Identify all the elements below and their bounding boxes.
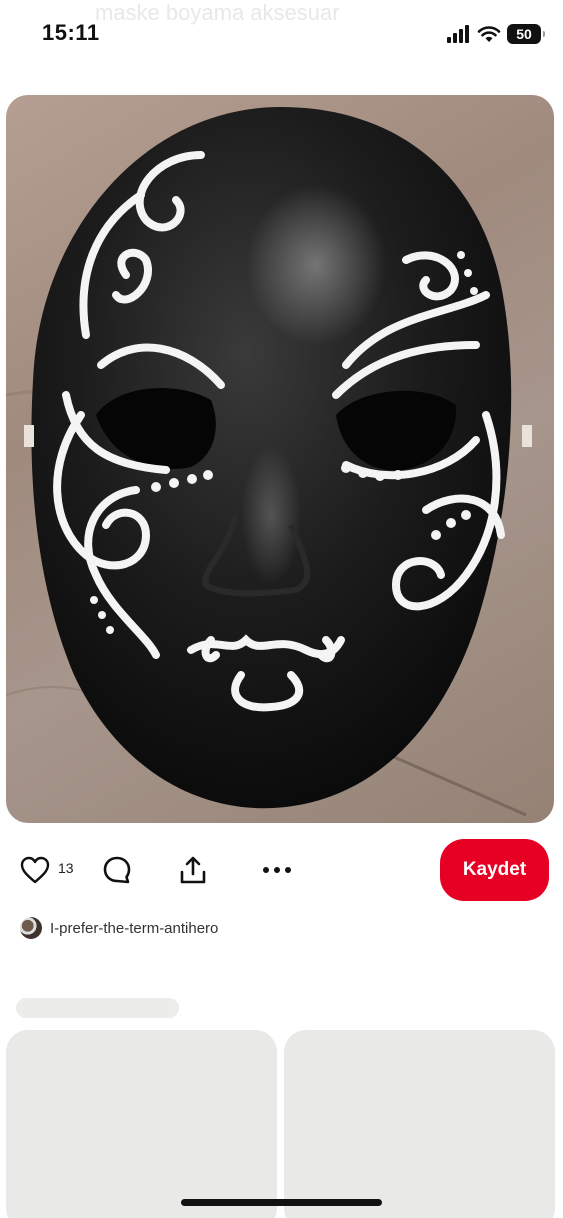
like-count: 13 [58,860,74,876]
status-icons: 50 [447,22,545,46]
action-bar: 13 Kaydet [0,835,563,905]
pin-detail-screen: maske boyama aksesuar 15:11 50 13 Kaydet… [0,0,563,1218]
home-indicator[interactable] [181,1199,382,1206]
battery-level: 50 [516,26,532,42]
share-icon [180,856,206,884]
like-button[interactable] [18,853,52,887]
wifi-icon [477,26,501,42]
author-row[interactable]: I-prefer-the-term-antihero [20,916,218,940]
background-title: maske boyama aksesuar [95,0,340,25]
save-button[interactable]: Kaydet [440,839,549,901]
author-name[interactable]: I-prefer-the-term-antihero [50,920,218,937]
more-icon [263,867,291,873]
skeleton-title-placeholder [16,998,179,1018]
mask-illustration [6,106,532,817]
cellular-signal-icon [447,25,469,43]
heart-icon [20,856,50,884]
skeleton-card-right [284,1030,555,1218]
comment-icon [103,856,131,884]
avatar [20,917,42,939]
status-time: 15:11 [42,20,100,45]
skeleton-card-left [6,1030,277,1218]
comment-button[interactable] [100,853,134,887]
more-options-button[interactable] [260,855,294,885]
battery-icon: 50 [507,24,545,44]
status-bar: maske boyama aksesuar 15:11 50 [0,0,563,70]
pin-image[interactable] [6,95,554,823]
share-button[interactable] [175,853,211,887]
